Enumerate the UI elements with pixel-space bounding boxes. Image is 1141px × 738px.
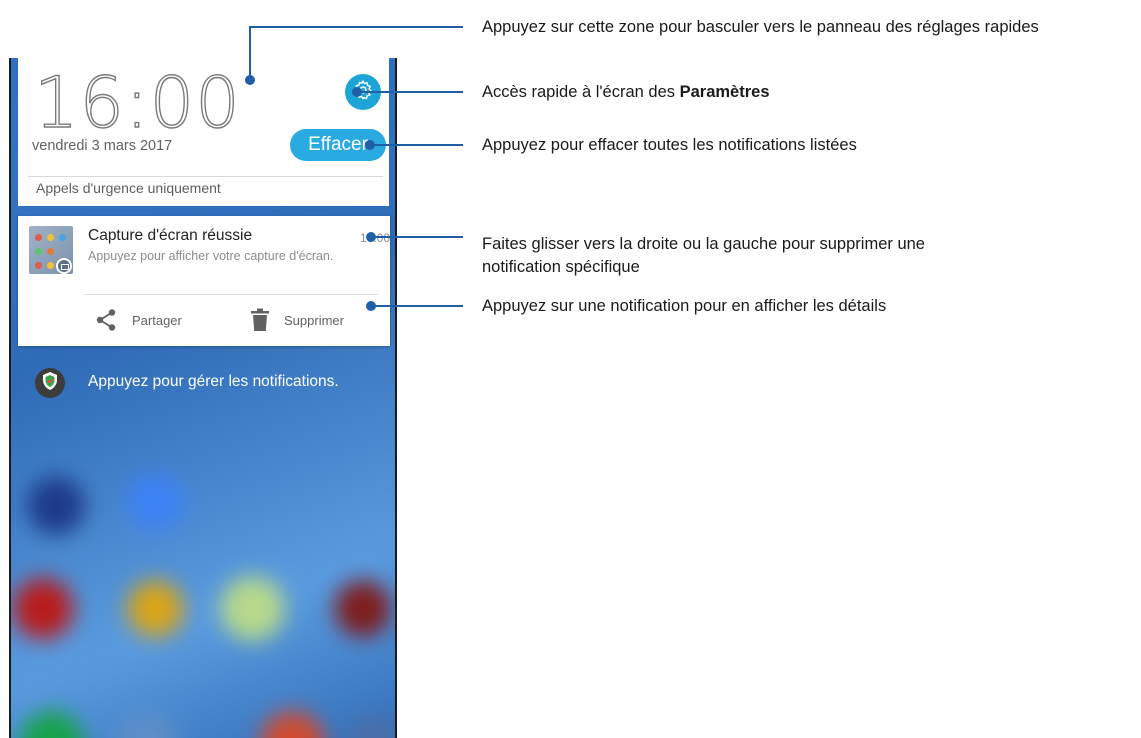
callout-lines: [245, 26, 463, 311]
callout-quick-settings: Appuyez sur cette zone pour basculer ver…: [482, 18, 1039, 36]
callout-settings: Accès rapide à l'écran des Paramètres: [482, 83, 770, 101]
callout-tap: Appuyez sur une notification pour en aff…: [482, 297, 887, 315]
callout-swipe: Faites glisser vers la droite ou la gauc…: [482, 235, 925, 277]
callout-clear: Appuyez pour effacer toutes les notifica…: [482, 136, 857, 154]
